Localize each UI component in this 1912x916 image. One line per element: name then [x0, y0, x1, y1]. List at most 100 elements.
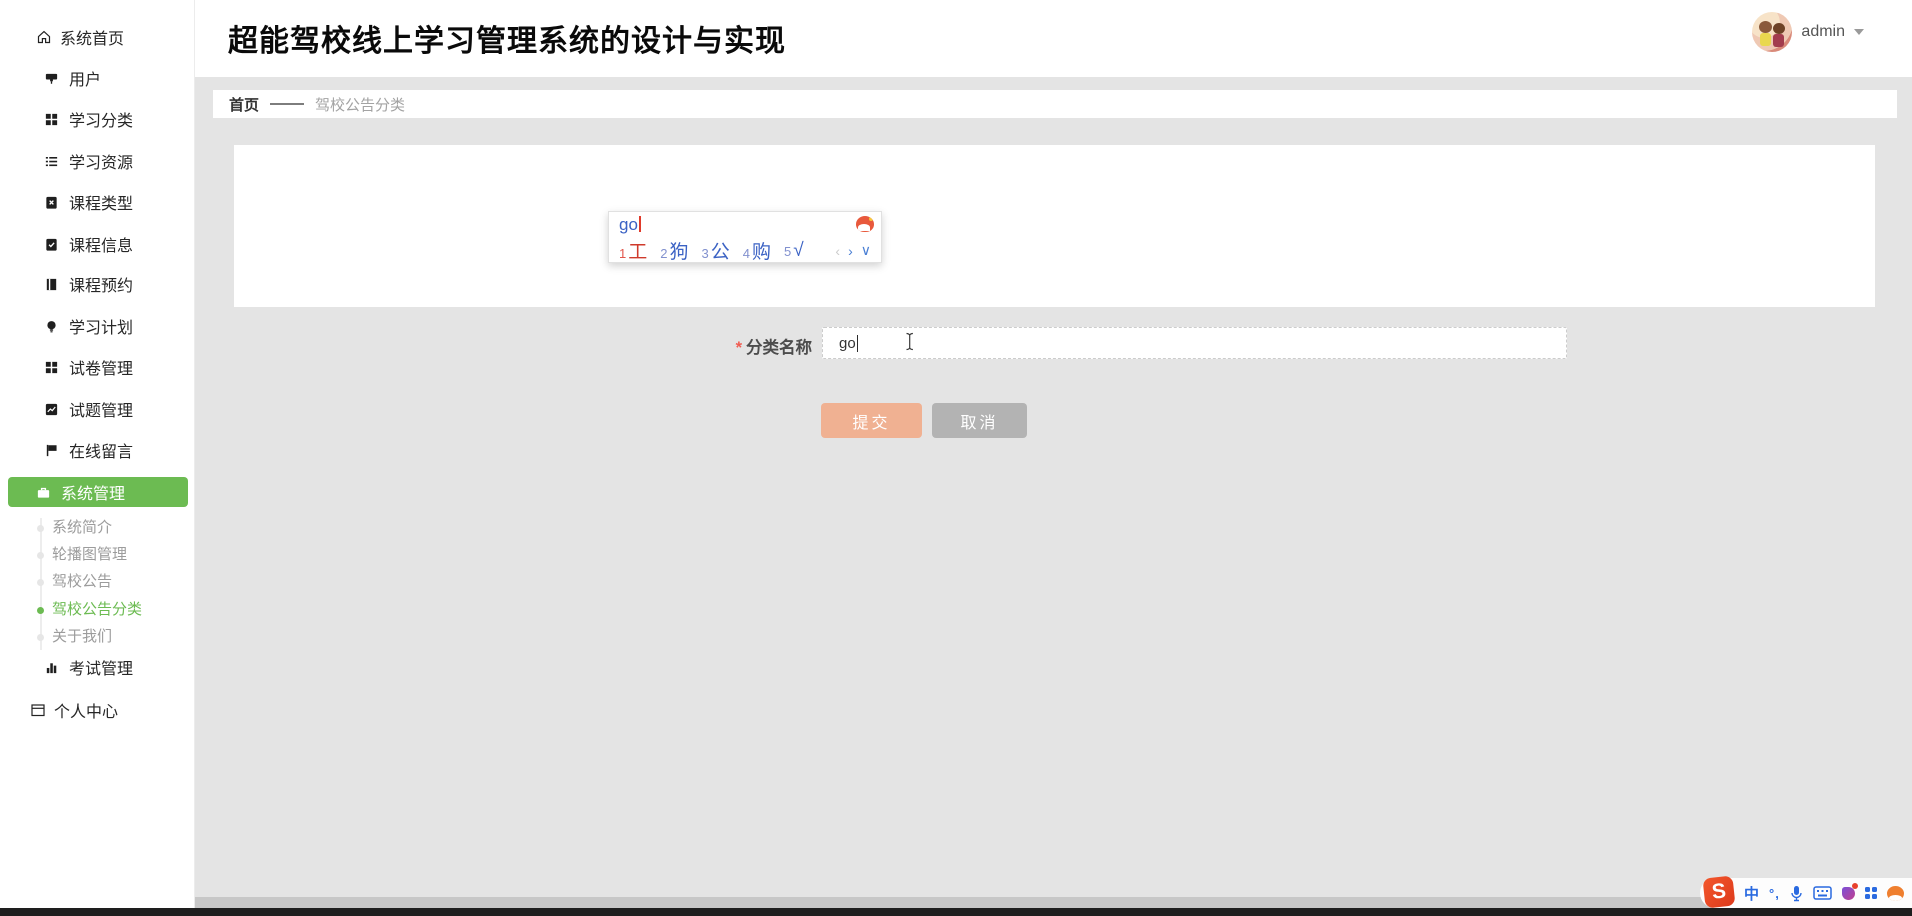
ime-composition: go — [619, 215, 638, 234]
breadcrumb-home-link[interactable]: 首页 — [229, 94, 259, 115]
bar-chart-icon — [46, 662, 57, 673]
submenu-item-label: 轮播图管理 — [52, 546, 128, 563]
sidebar-item-label: 课程预约 — [69, 278, 134, 295]
sidebar-item-course-info[interactable]: 课程信息 — [0, 232, 195, 256]
form-panel: * 分类名称 go 提交 取消 — [234, 145, 1875, 438]
book-icon — [46, 278, 57, 290]
chart-line-icon — [45, 403, 58, 415]
submenu-item-label: 驾校公告分类 — [52, 601, 143, 618]
sidebar-item-label: 学习分类 — [69, 113, 134, 130]
header: 超能驾校线上学习管理系统的设计与实现 admin — [195, 0, 1912, 77]
ime-mode-chinese[interactable]: 中 — [1744, 883, 1759, 904]
sidebar-item-users[interactable]: 用户 — [0, 66, 195, 90]
submenu-dot — [37, 525, 44, 532]
submenu-item-about-us[interactable]: 关于我们 — [37, 627, 113, 647]
sidebar-item-personal-center[interactable]: 个人中心 — [0, 698, 195, 722]
submenu-dot — [37, 579, 44, 586]
text-caret — [856, 334, 859, 352]
window-icon — [31, 704, 45, 717]
sidebar-item-exam-paper[interactable]: 试卷管理 — [0, 355, 195, 379]
ime-expand-icon[interactable]: ∨ — [861, 242, 871, 259]
breadcrumb-current: 驾校公告分类 — [315, 96, 406, 114]
sidebar-item-label: 试题管理 — [69, 403, 134, 420]
sidebar-item-study-plan[interactable]: 学习计划 — [0, 314, 195, 338]
keyboard-icon[interactable] — [1813, 886, 1832, 900]
sidebar-item-messages[interactable]: 在线留言 — [0, 438, 195, 462]
sogou-s-logo-icon[interactable]: S — [1702, 875, 1736, 908]
sidebar-item-label: 试卷管理 — [69, 361, 134, 378]
ime-candidate-3[interactable]: 3公 — [702, 237, 730, 264]
input-value: go — [839, 334, 856, 352]
sidebar-item-label: 用户 — [69, 72, 102, 89]
submit-button[interactable]: 提交 — [821, 403, 922, 438]
list-icon — [45, 156, 58, 166]
cancel-button[interactable]: 取消 — [932, 403, 1027, 438]
ime-candidate-2[interactable]: 2狗 — [660, 237, 688, 264]
home-icon — [37, 30, 51, 44]
submenu-item-notice-category[interactable]: 驾校公告分类 — [37, 600, 143, 620]
sidebar-item-course-booking[interactable]: 课程预约 — [0, 272, 195, 296]
ime-caret — [638, 216, 641, 232]
sidebar-item-system-management[interactable]: 系统管理 — [8, 477, 188, 507]
sidebar-item-label: 学习计划 — [69, 320, 134, 337]
ime-pagination: ‹ › ∨ — [835, 242, 871, 259]
sidebar-item-label: 个人中心 — [54, 704, 119, 721]
submenu-dot — [37, 634, 44, 641]
ime-candidate-4[interactable]: 4购 — [743, 237, 771, 264]
sogou-logo-icon[interactable] — [856, 216, 874, 232]
ime-prev-page-icon[interactable]: ‹ — [835, 243, 840, 259]
user-menu[interactable]: admin — [1752, 10, 1864, 54]
ime-composition-row: go — [609, 212, 881, 236]
toolbox-grid-icon[interactable] — [1864, 887, 1877, 899]
grid-icon — [45, 113, 58, 125]
sidebar-item-label: 课程信息 — [69, 238, 134, 255]
microphone-icon[interactable] — [1790, 885, 1803, 902]
submenu-item-label: 系统简介 — [52, 519, 113, 536]
sidebar-item-label: 在线留言 — [69, 444, 134, 461]
sidebar-item-label: 考试管理 — [69, 661, 134, 678]
clipboard-check-icon — [46, 238, 57, 251]
submenu-item-system-intro[interactable]: 系统简介 — [37, 518, 113, 538]
sidebar-item-study-resource[interactable]: 学习资源 — [0, 149, 195, 173]
submenu-dot — [37, 552, 44, 559]
user-icon — [45, 73, 58, 84]
mouse-ibeam-cursor — [906, 332, 913, 351]
category-name-label: * 分类名称 — [735, 339, 812, 357]
ime-candidate-row: 1工 2狗 3公 4购 5 √ ‹ › ∨ — [609, 236, 881, 264]
sidebar-item-exam-management[interactable]: 考试管理 — [0, 655, 195, 679]
app-window: 系统首页 用户 学习分类 学习资源 课程类型 课程信息 课程预约 学习计划 试卷… — [0, 0, 1912, 916]
grid-icon — [45, 361, 58, 373]
ime-candidate-5[interactable]: 5 √ — [784, 240, 804, 262]
ime-candidate-1[interactable]: 1工 — [619, 237, 647, 264]
avatar — [1752, 12, 1793, 52]
category-name-input[interactable]: go — [822, 327, 1567, 359]
submenu-item-carousel[interactable]: 轮播图管理 — [37, 545, 128, 565]
sidebar-item-home[interactable]: 系统首页 — [0, 25, 195, 49]
breadcrumb-separator — [270, 103, 305, 105]
chevron-down-icon — [1854, 29, 1864, 35]
sidebar-item-label: 系统首页 — [60, 31, 125, 48]
sidebar-item-question-bank[interactable]: 试题管理 — [0, 397, 195, 421]
submenu-item-label: 驾校公告 — [52, 573, 113, 590]
sidebar-item-study-category[interactable]: 学习分类 — [0, 107, 195, 131]
sidebar-item-label: 学习资源 — [69, 155, 134, 172]
sogou-bird-icon[interactable] — [1886, 885, 1904, 901]
sidebar-item-label: 系统管理 — [61, 486, 126, 503]
username: admin — [1801, 23, 1845, 40]
breadcrumb: 首页 驾校公告分类 — [213, 90, 1897, 118]
required-mark: * — [735, 339, 742, 357]
sidebar-item-course-type[interactable]: 课程类型 — [0, 190, 195, 214]
skin-palette-icon[interactable] — [1841, 882, 1858, 900]
briefcase-icon — [37, 487, 50, 498]
submenu-dot-active — [37, 607, 44, 614]
ime-next-page-icon[interactable]: › — [848, 243, 853, 259]
submenu-item-school-notice[interactable]: 驾校公告 — [37, 572, 113, 592]
flag-icon — [46, 444, 57, 456]
horizontal-scrollbar[interactable] — [195, 897, 1912, 908]
lightbulb-icon — [47, 320, 56, 332]
sidebar: 系统首页 用户 学习分类 学习资源 课程类型 课程信息 课程预约 学习计划 试卷… — [0, 0, 195, 908]
page-title: 超能驾校线上学习管理系统的设计与实现 — [228, 25, 786, 58]
ime-popup: go 1工 2狗 3公 4购 5 √ ‹ › ∨ — [608, 211, 882, 263]
ime-punctuation-icon[interactable]: °, — [1769, 886, 1780, 901]
submenu-item-label: 关于我们 — [52, 628, 113, 645]
